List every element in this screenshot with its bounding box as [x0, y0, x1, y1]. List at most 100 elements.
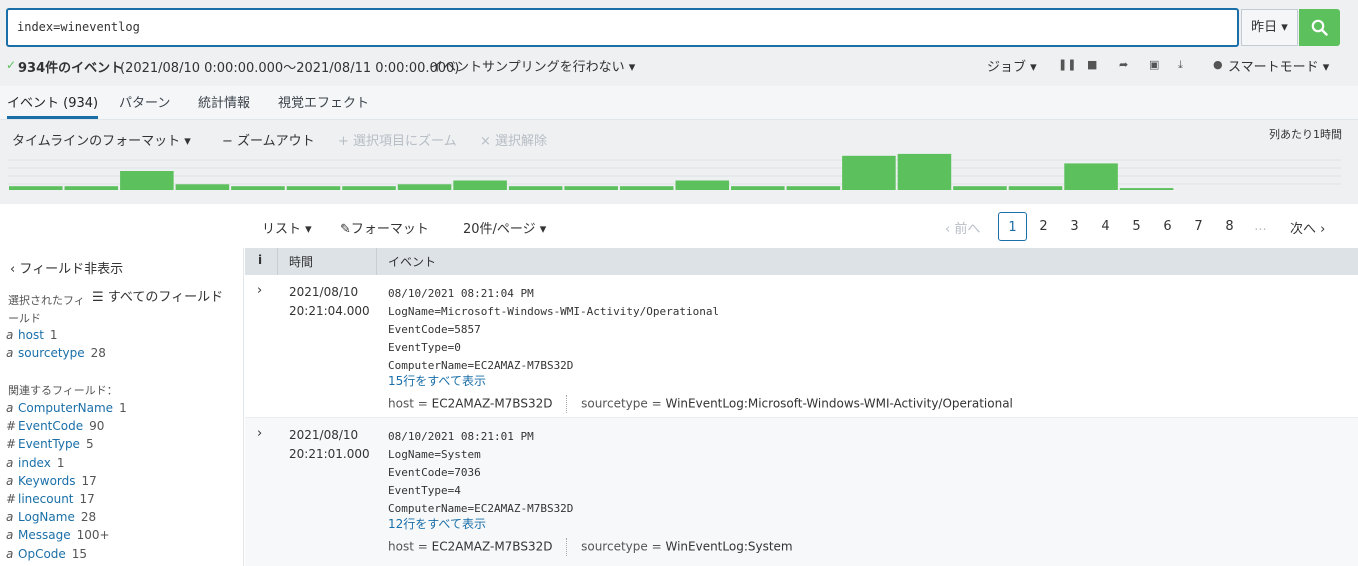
- table-row: › 2021/08/10 20:21:01.000 08/10/2021 08:…: [245, 418, 1358, 566]
- field-item-linecount[interactable]: # linecount 17: [6, 492, 95, 506]
- field-item-keywords[interactable]: a Keywords 17: [6, 474, 97, 488]
- field-type: a: [6, 455, 14, 470]
- sourcetype-value[interactable]: WinEventLog:Microsoft-Windows-WMI-Activi…: [665, 397, 1012, 411]
- field-name[interactable]: OpCode: [18, 547, 66, 561]
- timeline-bar[interactable]: [1064, 163, 1118, 190]
- timeline-bar[interactable]: [786, 186, 841, 190]
- timeline-bar[interactable]: [619, 186, 674, 190]
- sourcetype-label: sourcetype =: [581, 539, 662, 554]
- timeline-scale-label: 列あたり1時間: [1269, 128, 1342, 141]
- timeline-bar[interactable]: [342, 186, 396, 190]
- share-icon[interactable]: ➦: [1119, 58, 1128, 71]
- zoom-to-selection-button[interactable]: + 選択項目にズーム: [338, 130, 457, 149]
- field-name[interactable]: LogName: [18, 510, 75, 524]
- timeline-bar[interactable]: [897, 153, 952, 190]
- per-page-dropdown[interactable]: 20件/ページ ▾: [463, 218, 546, 237]
- tab-patterns[interactable]: パターン: [119, 92, 170, 119]
- timeline-format-dropdown[interactable]: タイムラインのフォーマット ▾: [12, 130, 191, 149]
- host-label: host =: [388, 396, 428, 411]
- field-item-eventtype[interactable]: # EventType 5: [6, 437, 94, 451]
- page-2-button[interactable]: 2: [1029, 212, 1058, 241]
- field-name[interactable]: host: [18, 328, 44, 342]
- field-item-sourcetype[interactable]: a sourcetype 28: [6, 346, 106, 360]
- timeline-bar[interactable]: [286, 186, 341, 190]
- hide-fields-button[interactable]: ‹ フィールド非表示: [10, 258, 123, 277]
- field-type: a: [6, 401, 14, 415]
- show-all-lines-link[interactable]: 12行をすべて表示: [388, 515, 486, 532]
- search-button[interactable]: [1299, 9, 1340, 46]
- timeline-bar[interactable]: [564, 186, 618, 190]
- deselect-button[interactable]: × 選択解除: [480, 130, 547, 149]
- page-7-button[interactable]: 7: [1184, 212, 1213, 241]
- search-input[interactable]: index=wineventlog: [6, 8, 1239, 47]
- field-item-opcode[interactable]: a OpCode 15: [6, 547, 87, 561]
- field-item-eventcode[interactable]: # EventCode 90: [6, 419, 104, 433]
- stop-icon[interactable]: ■: [1087, 58, 1097, 71]
- field-name[interactable]: Keywords: [18, 474, 76, 488]
- export-icon[interactable]: ⤓: [1178, 58, 1183, 72]
- field-name[interactable]: Message: [18, 528, 71, 542]
- timeline-bar[interactable]: [842, 155, 896, 190]
- job-menu[interactable]: ジョブ ▾: [987, 56, 1037, 75]
- show-all-lines-link[interactable]: 15行をすべて表示: [388, 372, 486, 389]
- timeline-bar[interactable]: [453, 180, 507, 191]
- timeline-bar[interactable]: [1119, 188, 1174, 190]
- prev-page-button[interactable]: ‹ 前へ: [945, 218, 980, 237]
- tab-visualization[interactable]: 視覚エフェクト: [278, 92, 369, 119]
- pause-icon[interactable]: ❚❚: [1058, 58, 1076, 71]
- field-name[interactable]: EventCode: [18, 419, 83, 433]
- field-item-index[interactable]: a index 1: [6, 456, 64, 470]
- print-icon[interactable]: ▣: [1149, 58, 1159, 71]
- field-item-logname[interactable]: a LogName 28: [6, 510, 96, 524]
- expand-icon[interactable]: ›: [257, 283, 262, 298]
- timeline-panel: タイムラインのフォーマット ▾ − ズームアウト + 選択項目にズーム × 選択…: [0, 120, 1358, 204]
- timeline-bar[interactable]: [508, 186, 563, 190]
- page-1-button[interactable]: 1: [998, 212, 1027, 241]
- next-page-button[interactable]: 次へ ›: [1290, 218, 1325, 237]
- timeline-bar[interactable]: [120, 171, 174, 190]
- field-name[interactable]: EventType: [18, 437, 80, 451]
- zoom-out-button[interactable]: − ズームアウト: [222, 130, 315, 149]
- host-value[interactable]: EC2AMAZ-M7BS32D: [432, 540, 553, 554]
- field-item-computername[interactable]: a ComputerName 1: [6, 401, 127, 415]
- tab-statistics[interactable]: 統計情報: [198, 92, 250, 119]
- field-name[interactable]: sourcetype: [18, 346, 85, 360]
- list-view-dropdown[interactable]: リスト ▾: [262, 218, 312, 237]
- timeline-bar[interactable]: [397, 184, 452, 190]
- page-8-button[interactable]: 8: [1215, 212, 1244, 241]
- field-name[interactable]: index: [18, 456, 51, 470]
- timeline-bar[interactable]: [675, 180, 730, 191]
- field-name[interactable]: linecount: [18, 492, 74, 506]
- page-4-button[interactable]: 4: [1091, 212, 1120, 241]
- expand-icon[interactable]: ›: [257, 426, 262, 441]
- timeline-histogram[interactable]: [8, 152, 1341, 192]
- all-fields-button[interactable]: ☰ すべてのフィールド: [92, 286, 223, 305]
- field-name[interactable]: ComputerName: [18, 401, 113, 415]
- field-item-host[interactable]: a host 1: [6, 328, 58, 342]
- page-3-button[interactable]: 3: [1060, 212, 1089, 241]
- field-item-message[interactable]: a Message 100+: [6, 528, 110, 542]
- field-count: 17: [81, 473, 97, 488]
- sourcetype-value[interactable]: WinEventLog:System: [665, 540, 792, 554]
- event-date: 2021/08/10: [289, 285, 359, 299]
- timeline-bar[interactable]: [9, 186, 63, 190]
- timeline-bar[interactable]: [231, 186, 285, 190]
- time-column-header[interactable]: 時間: [289, 253, 313, 270]
- format-button[interactable]: ✎フォーマット: [340, 218, 429, 237]
- time-range-picker[interactable]: 昨日 ▾: [1241, 9, 1298, 46]
- event-line: EventType=4: [388, 484, 461, 497]
- event-count: 934件のイベント: [18, 61, 124, 76]
- timeline-bar[interactable]: [175, 184, 230, 190]
- host-value[interactable]: EC2AMAZ-M7BS32D: [432, 397, 553, 411]
- tab-events[interactable]: イベント (934): [7, 92, 99, 119]
- page-6-button[interactable]: 6: [1153, 212, 1182, 241]
- timeline-bar[interactable]: [1008, 186, 1063, 190]
- search-mode-dropdown[interactable]: スマートモード ▾: [1228, 56, 1329, 75]
- timeline-bar[interactable]: [64, 186, 119, 190]
- selected-fields-title: 選択されたフィールド: [8, 294, 85, 325]
- page-5-button[interactable]: 5: [1122, 212, 1151, 241]
- event-meta: host = EC2AMAZ-M7BS32D sourcetype = WinE…: [388, 538, 793, 556]
- timeline-bar[interactable]: [731, 186, 785, 190]
- timeline-bar[interactable]: [953, 186, 1007, 190]
- sampling-dropdown[interactable]: イベントサンプリングを行わない ▾: [430, 56, 635, 75]
